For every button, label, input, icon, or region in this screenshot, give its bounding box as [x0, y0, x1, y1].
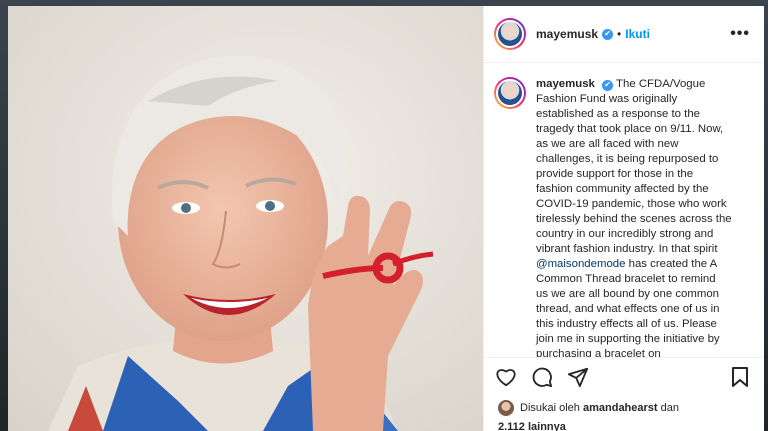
caption-line: tirelessly behind the scenes across the [536, 213, 732, 225]
caption-line: country in our incredibly strong and [536, 228, 714, 240]
liker-avatar[interactable] [498, 400, 514, 416]
verified-badge-icon: ✔ [602, 28, 614, 40]
mention-link[interactable]: @maisondemode [536, 258, 625, 270]
post-actions-bar [484, 357, 764, 395]
caption-line: provide support for those in the [536, 168, 694, 180]
comment-icon[interactable] [530, 365, 554, 389]
caption-line: challenges, it is being repurposed to [536, 153, 719, 165]
post-photo[interactable] [8, 6, 483, 431]
caption-line: COVID-19 pandemic, those who work [536, 198, 727, 210]
caption-line: us we are all bound by one common [536, 288, 719, 300]
caption-line: Common Thread bracelet to remind [536, 273, 716, 285]
follow-button[interactable]: Ikuti [625, 27, 650, 41]
caption-line: this industry effects all of us. Please [536, 318, 717, 330]
caption-line: Fashion Fund was originally [536, 93, 678, 105]
caption-line: as we are all faced with new [536, 138, 679, 150]
caption-line: purchasing a bracelet on [536, 348, 661, 357]
caption-username[interactable]: mayemusk [536, 78, 595, 90]
author-avatar[interactable] [494, 18, 526, 50]
caption-area: mayemusk ✔ The CFDA/Vogue Fashion Fund w… [484, 63, 764, 357]
post-caption: mayemusk ✔ The CFDA/Vogue Fashion Fund w… [536, 77, 732, 357]
likes-count[interactable]: 2.112 lainnya [484, 421, 764, 431]
paper-plane-icon[interactable] [566, 365, 590, 389]
caption-line: vibrant fashion industry. In that spirit [536, 243, 718, 255]
caption-line: join me in supporting the initiative by [536, 333, 720, 345]
header-separator: • [617, 27, 622, 41]
caption-line: has created the A [625, 258, 718, 270]
post-side-panel: mayemusk ✔ • Ikuti ••• mayemusk ✔ The CF… [483, 6, 764, 431]
caption-line: tragedy that took place on 9/11. Now, [536, 123, 724, 135]
post-photo-image [8, 6, 483, 431]
post-modal: mayemusk ✔ • Ikuti ••• mayemusk ✔ The CF… [8, 6, 764, 431]
caption-line: thread, and what effects one of us in [536, 303, 720, 315]
caption-line: fashion community affected by the [536, 183, 709, 195]
caption-line: The CFDA/Vogue [616, 78, 706, 90]
liked-by-row: Disukai oleh amandahearst dan [484, 395, 764, 421]
caption-verified-badge-icon: ✔ [602, 79, 614, 91]
bookmark-icon[interactable] [728, 365, 752, 389]
liked-by-prefix: Disukai oleh [520, 402, 580, 414]
likes-count-text[interactable]: 2.112 lainnya [498, 421, 566, 431]
caption-line: established as a response to the [536, 108, 701, 120]
heart-icon[interactable] [494, 365, 518, 389]
liked-by-user[interactable]: amandahearst [583, 402, 658, 414]
post-header: mayemusk ✔ • Ikuti ••• [484, 6, 764, 63]
author-username[interactable]: mayemusk [536, 27, 598, 41]
caption-author-avatar[interactable] [494, 77, 526, 109]
more-options-icon[interactable]: ••• [730, 25, 750, 43]
liked-by-suffix: dan [660, 402, 679, 414]
